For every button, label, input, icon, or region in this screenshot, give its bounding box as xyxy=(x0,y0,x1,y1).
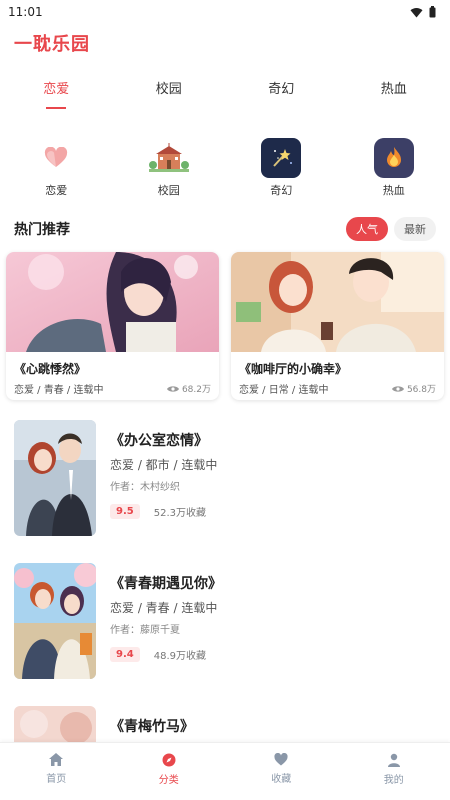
item-stats: 9.5 52.3万收藏 xyxy=(110,504,206,519)
cover-image xyxy=(14,563,96,679)
view-count: 68.2万 xyxy=(166,382,211,395)
cover-image xyxy=(231,252,444,352)
magic-wand-icon xyxy=(261,138,302,178)
tab-campus[interactable]: 校园 xyxy=(113,70,226,114)
user-icon xyxy=(387,753,400,767)
eye-icon xyxy=(391,385,404,392)
card-meta: 恋爱 / 日常 / 连载中 56.8万 xyxy=(231,377,444,396)
list-item[interactable]: 《办公室恋情》 恋爱 / 都市 / 连载中 作者：木村纱织 9.5 52.3万收… xyxy=(0,408,450,538)
wifi-icon xyxy=(410,7,423,17)
sort-popular-button[interactable]: 人气 xyxy=(346,217,388,241)
item-stats: 9.4 48.9万收藏 xyxy=(110,647,206,662)
category-grid: 恋爱 校园 奇幻 热血 xyxy=(0,138,450,202)
view-count-value: 68.2万 xyxy=(181,385,211,395)
card-tags: 恋爱 / 青春 / 连载中 xyxy=(14,385,104,396)
list-item[interactable]: 《青春期遇见你》 恋爱 / 青春 / 连载中 作者：藤原千夏 9.4 48.9万… xyxy=(0,551,450,681)
item-tags: 恋爱 / 青春 / 连载中 xyxy=(110,601,218,615)
favorite-count: 48.9万收藏 xyxy=(153,651,206,662)
eye-icon xyxy=(166,385,179,392)
category-action[interactable]: 热血 xyxy=(338,138,450,202)
nav-label: 首页 xyxy=(46,774,67,785)
tab-action[interactable]: 热血 xyxy=(338,70,450,114)
battery-icon xyxy=(429,6,436,18)
status-time: 11:01 xyxy=(8,5,43,19)
nav-home[interactable]: 首页 xyxy=(0,743,113,800)
rating-badge: 9.4 xyxy=(110,647,140,662)
cover-image xyxy=(14,420,96,536)
featured-card[interactable]: 《咖啡厅的小确幸》 恋爱 / 日常 / 连载中 56.8万 xyxy=(231,252,444,400)
category-campus[interactable]: 校园 xyxy=(113,138,226,202)
favorite-count: 52.3万收藏 xyxy=(153,508,206,519)
item-title: 《办公室恋情》 xyxy=(110,433,208,449)
nav-category[interactable]: 分类 xyxy=(113,743,226,800)
item-author: 作者：藤原千夏 xyxy=(110,625,180,636)
nav-favorites[interactable]: 收藏 xyxy=(225,743,338,800)
item-title: 《青春期遇见你》 xyxy=(110,576,222,592)
home-icon xyxy=(49,753,64,766)
item-tags: 恋爱 / 都市 / 连载中 xyxy=(110,458,218,472)
tab-fantasy[interactable]: 奇幻 xyxy=(225,70,338,114)
featured-cards: 《心跳悸然》 恋爱 / 青春 / 连载中 68.2万 《咖啡厅的小确幸》 恋爱 … xyxy=(6,252,444,400)
compass-icon xyxy=(162,753,176,767)
hot-section-header: 热门推荐 人气 最新 xyxy=(14,216,436,242)
card-title: 《咖啡厅的小确幸》 xyxy=(239,362,348,376)
category-label: 校园 xyxy=(157,184,180,197)
category-label: 恋爱 xyxy=(45,184,68,197)
card-meta: 恋爱 / 青春 / 连载中 68.2万 xyxy=(6,377,219,396)
sort-latest-button[interactable]: 最新 xyxy=(394,217,436,241)
tab-romance[interactable]: 恋爱 xyxy=(0,70,113,114)
nav-profile[interactable]: 我的 xyxy=(338,743,450,800)
status-bar: 11:01 xyxy=(0,0,450,24)
category-fantasy[interactable]: 奇幻 xyxy=(225,138,338,202)
card-title: 《心跳悸然》 xyxy=(14,362,87,376)
heart-icon xyxy=(36,138,76,178)
featured-card[interactable]: 《心跳悸然》 恋爱 / 青春 / 连载中 68.2万 xyxy=(6,252,219,400)
nav-label: 收藏 xyxy=(271,774,292,785)
view-count: 56.8万 xyxy=(391,382,436,395)
bottom-nav: 首页 分类 收藏 我的 xyxy=(0,742,450,800)
school-icon xyxy=(148,138,189,178)
genre-tabs: 恋爱 校园 奇幻 热血 xyxy=(0,70,450,114)
status-icons xyxy=(410,6,436,18)
cover-image xyxy=(6,252,219,352)
item-author: 作者：木村纱织 xyxy=(110,482,180,493)
category-romance[interactable]: 恋爱 xyxy=(0,138,113,202)
card-tags: 恋爱 / 日常 / 连载中 xyxy=(239,385,329,396)
nav-label: 分类 xyxy=(158,775,179,786)
view-count-value: 56.8万 xyxy=(406,385,436,395)
item-title: 《青梅竹马》 xyxy=(110,719,194,735)
rating-badge: 9.5 xyxy=(110,504,140,519)
heart-icon xyxy=(274,753,288,766)
section-title: 热门推荐 xyxy=(14,222,70,238)
nav-label: 我的 xyxy=(383,775,404,786)
category-label: 奇幻 xyxy=(270,184,293,197)
sort-toggle: 人气 最新 xyxy=(346,217,436,241)
fire-icon xyxy=(373,138,414,178)
category-label: 热血 xyxy=(382,184,405,197)
app-title: 一耽乐园 xyxy=(14,34,90,55)
